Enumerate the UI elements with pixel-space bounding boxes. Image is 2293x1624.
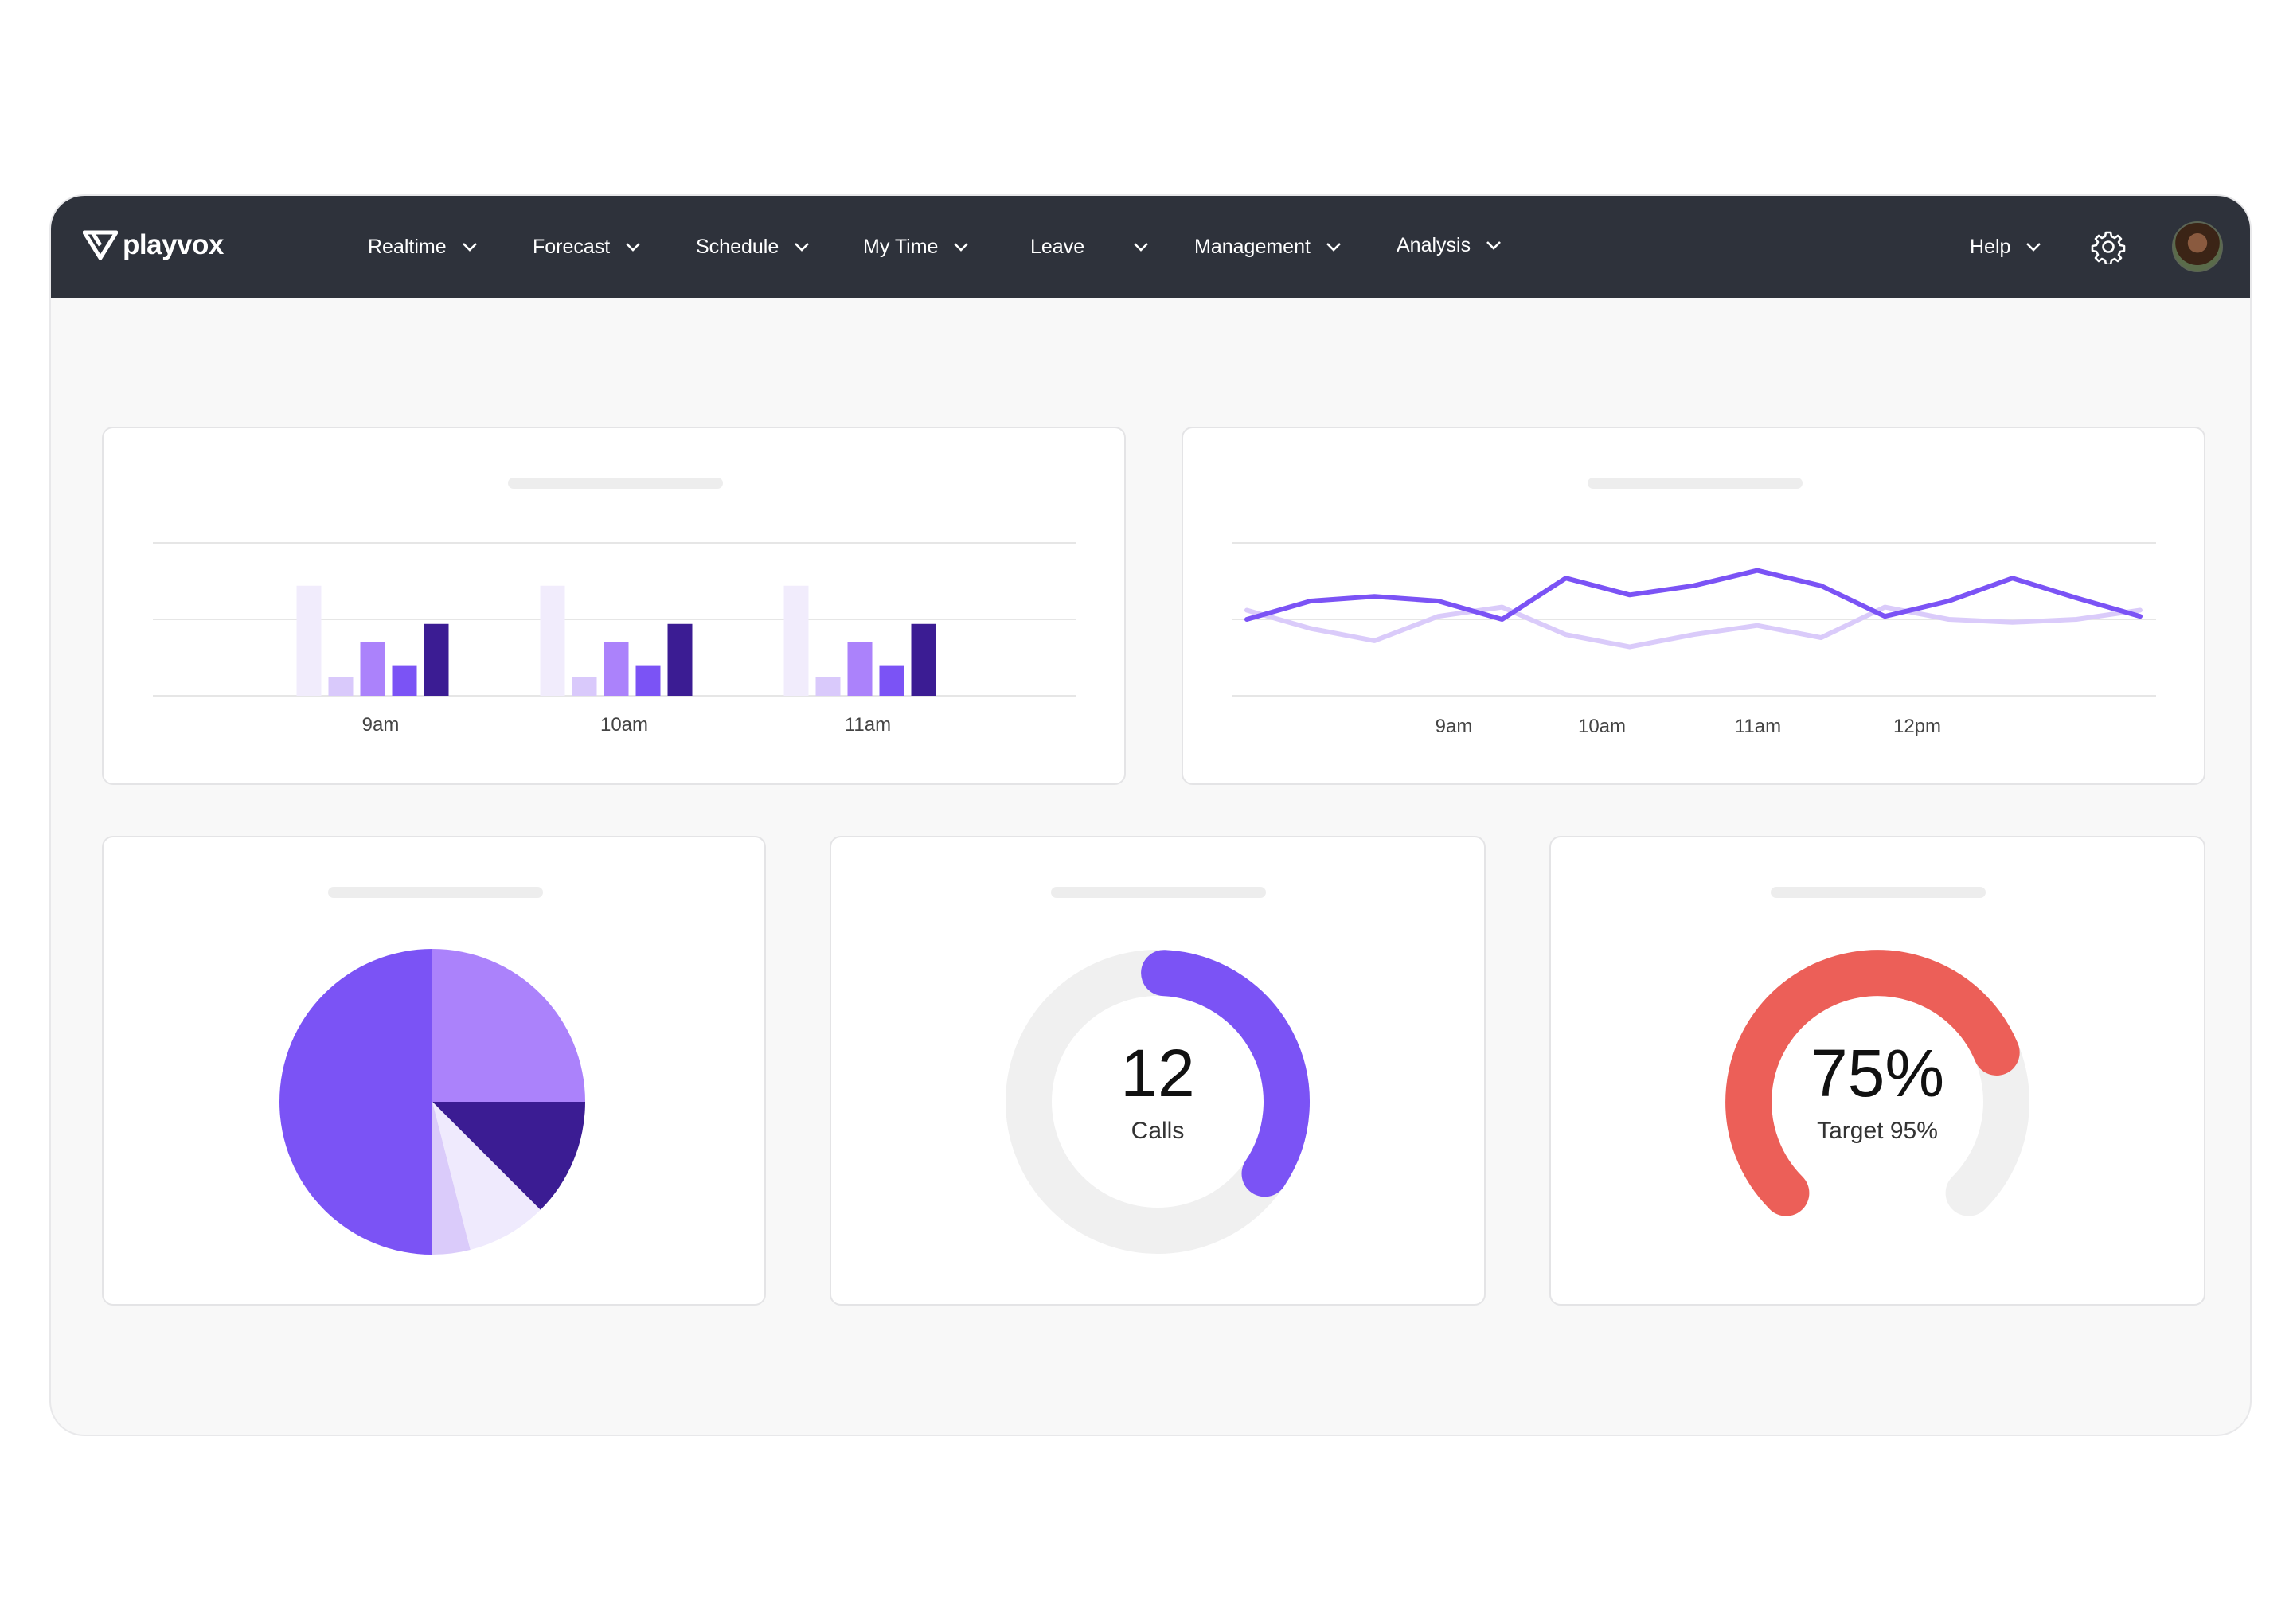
bar xyxy=(635,665,661,696)
bar xyxy=(572,677,597,696)
top-navigation-bar: playvox Realtime Forecast Schedule My Ti… xyxy=(51,196,2250,298)
calls-gauge-card: 12 Calls xyxy=(830,836,1486,1306)
nav-item-label: Leave xyxy=(1030,235,1085,258)
bar xyxy=(815,677,841,696)
nav-item-label: My Time xyxy=(863,235,939,258)
bar xyxy=(392,665,417,696)
bar xyxy=(540,585,565,696)
x-tick-label: 9am xyxy=(1436,716,1473,737)
pie-slice xyxy=(432,949,585,1102)
x-tick-label: 10am xyxy=(600,714,648,736)
x-tick-label: 12pm xyxy=(1893,716,1941,737)
series-line xyxy=(1244,604,2143,650)
bar xyxy=(911,623,936,696)
bar xyxy=(604,642,629,696)
nav-item-help[interactable]: Help xyxy=(1970,231,2042,263)
calls-value: 12 xyxy=(1120,1036,1195,1111)
bar xyxy=(424,623,449,696)
target-value: 75% xyxy=(1810,1036,1945,1111)
app-window: playvox Realtime Forecast Schedule My Ti… xyxy=(49,194,2252,1436)
nav-item-label: Realtime xyxy=(368,235,447,258)
nav-item-realtime[interactable]: Realtime xyxy=(368,231,479,263)
pie-chart-card xyxy=(102,836,766,1306)
bar-chart: 9am 10am 11am xyxy=(153,542,1076,736)
bar xyxy=(360,642,385,696)
chevron-down-icon xyxy=(795,243,810,252)
bar xyxy=(296,585,322,696)
gear-icon[interactable] xyxy=(2091,229,2126,264)
nav-item-label: Forecast xyxy=(533,235,611,258)
target-label: Target 95% xyxy=(1817,1118,1938,1144)
nav-item-forecast[interactable]: Forecast xyxy=(533,231,642,263)
x-tick-label: 9am xyxy=(362,714,400,736)
nav-item-my-time[interactable]: My Time xyxy=(863,231,970,263)
calls-label: Calls xyxy=(1131,1118,1185,1144)
brand-logo[interactable]: playvox xyxy=(83,229,224,261)
bar xyxy=(847,642,873,696)
series-line xyxy=(1244,568,2143,622)
nav-item-label: Help xyxy=(1970,235,2011,258)
bar xyxy=(328,677,354,696)
pie-chart xyxy=(279,949,585,1255)
target-gauge-card: 75% Target 95% xyxy=(1549,836,2205,1306)
nav-item-schedule[interactable]: Schedule xyxy=(696,231,811,263)
line-chart: 9am 10am 11am 12pm xyxy=(1232,542,2156,737)
x-tick-label: 11am xyxy=(1735,716,1781,737)
line-chart-card: 9am 10am 11am 12pm xyxy=(1182,427,2205,785)
bar xyxy=(667,623,693,696)
chevron-down-icon xyxy=(954,243,969,252)
playvox-logo-icon xyxy=(83,230,118,260)
brand-name: playvox xyxy=(123,229,224,260)
nav-item-leave[interactable]: Leave xyxy=(1030,231,1150,263)
nav-item-label: Analysis xyxy=(1397,233,1471,256)
pie-slice xyxy=(279,949,432,1255)
chevron-down-icon xyxy=(1134,243,1148,252)
chevron-down-icon xyxy=(1326,243,1341,252)
chevron-down-icon xyxy=(462,243,477,252)
x-tick-label: 10am xyxy=(1578,716,1626,737)
nav-item-label: Schedule xyxy=(696,235,779,258)
nav-item-management[interactable]: Management xyxy=(1194,231,1342,263)
chevron-down-icon xyxy=(626,243,641,252)
nav-item-label: Management xyxy=(1194,235,1311,258)
x-tick-label: 11am xyxy=(845,714,891,736)
bar xyxy=(783,585,809,696)
bar-chart-card: 9am 10am 11am xyxy=(102,427,1126,785)
chevron-down-icon xyxy=(1486,241,1502,250)
avatar[interactable] xyxy=(2172,221,2223,272)
chevron-down-icon xyxy=(2026,243,2041,252)
bar xyxy=(879,665,904,696)
nav-item-analysis[interactable]: Analysis xyxy=(1397,229,1502,261)
